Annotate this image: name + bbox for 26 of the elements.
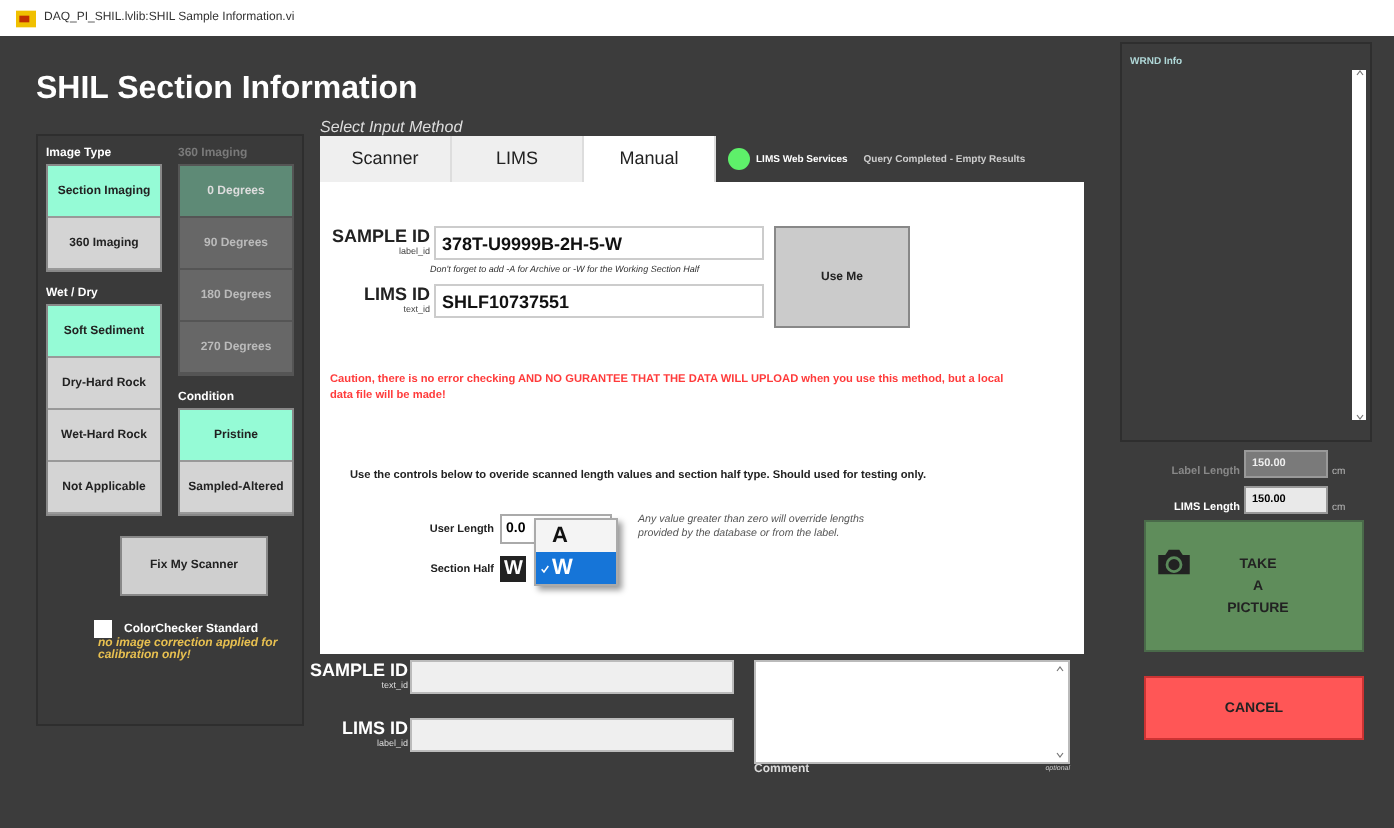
section-label: Select Input Method [320, 118, 465, 136]
checkbox[interactable] [94, 620, 112, 638]
section-half-dropdown[interactable]: W [500, 556, 527, 582]
camera-icon [1154, 548, 1194, 576]
app-icon [16, 9, 36, 27]
scroll-up-icon[interactable] [1056, 666, 1064, 672]
field-label: SAMPLE ID [309, 660, 408, 680]
tab[interactable]: Scanner [320, 136, 452, 182]
field-label: SAMPLE ID [331, 226, 430, 246]
checkmark-icon [540, 563, 550, 574]
sample-id-field[interactable]: 378T-U9999B-2H-5-W [434, 226, 764, 260]
scroll-down-icon[interactable] [1056, 752, 1064, 758]
id-field[interactable] [410, 660, 734, 694]
scroll-up-icon[interactable] [1355, 70, 1363, 76]
comment-field[interactable] [754, 660, 1070, 764]
id-field[interactable] [410, 718, 734, 752]
tab[interactable]: Manual [584, 136, 716, 182]
tab[interactable]: LIMS [452, 136, 584, 182]
scroll-bar[interactable] [1352, 70, 1366, 420]
menu-item[interactable]: W [536, 552, 616, 584]
lims-id-field[interactable]: SHLF10737551 [434, 284, 764, 318]
menu-item[interactable]: A [536, 520, 616, 552]
field-label: LIMS ID [364, 284, 430, 304]
scroll-down-icon[interactable] [1355, 414, 1363, 420]
field-label: LIMS ID [342, 718, 408, 738]
page-heading: SHIL Section Information [36, 70, 418, 110]
